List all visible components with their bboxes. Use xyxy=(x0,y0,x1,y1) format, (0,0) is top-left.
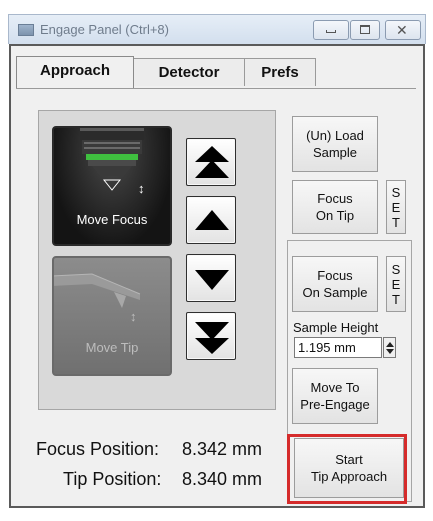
double-triangle-down-icon xyxy=(195,322,229,354)
tab-approach[interactable]: Approach xyxy=(16,56,134,88)
up-down-arrows-icon: ↕ xyxy=(138,181,145,196)
focus-on-sample-button[interactable]: Focus On Sample xyxy=(292,256,378,312)
double-triangle-up-icon xyxy=(195,146,229,178)
cantilever-tip-icon xyxy=(54,273,141,308)
spin-down-icon[interactable] xyxy=(386,349,394,354)
spin-up-icon[interactable] xyxy=(386,342,394,347)
move-tip-label: Move Tip xyxy=(85,340,139,355)
set-sample-button[interactable]: S E T xyxy=(386,256,406,312)
down-button[interactable] xyxy=(186,254,236,302)
up-button[interactable] xyxy=(186,196,236,244)
close-icon: ✕ xyxy=(396,22,408,38)
fast-down-button[interactable] xyxy=(186,312,236,360)
maximize-button[interactable] xyxy=(350,20,380,40)
move-to-preengage-button[interactable]: Move To Pre-Engage xyxy=(292,368,378,424)
sample-height-input[interactable]: 1.195 mm xyxy=(294,337,382,358)
focus-position-value: 8.342 mm xyxy=(182,439,263,459)
focus-position-label: Focus Position: xyxy=(36,439,160,459)
window-title: Engage Panel (Ctrl+8) xyxy=(40,22,169,37)
set-tip-button[interactable]: S E T xyxy=(386,180,406,234)
sample-height-label: Sample Height xyxy=(293,320,379,335)
minimize-icon xyxy=(326,30,336,33)
tip-position-value: 8.340 mm xyxy=(182,469,263,489)
fast-up-button[interactable] xyxy=(186,138,236,186)
tip-position-label: Tip Position: xyxy=(63,469,162,489)
minimize-button[interactable] xyxy=(313,20,349,40)
sample-height-spinner[interactable] xyxy=(383,337,396,358)
load-sample-button[interactable]: (Un) Load Sample xyxy=(292,116,378,172)
triangle-up-icon xyxy=(195,210,229,230)
tab-panel-divider xyxy=(16,88,416,89)
move-focus-card[interactable]: ↕ Move Focus xyxy=(52,126,172,246)
objective-lens-icon xyxy=(80,128,144,191)
move-tip-card[interactable]: ↕ Move Tip xyxy=(52,256,172,376)
triangle-down-icon xyxy=(195,270,229,290)
panel-icon xyxy=(18,24,34,36)
up-down-arrows-icon: ↕ xyxy=(130,309,137,324)
tab-prefs[interactable]: Prefs xyxy=(244,58,316,86)
engage-panel-window: Engage Panel (Ctrl+8) ✕ Approach Detecto… xyxy=(0,0,433,521)
maximize-icon xyxy=(360,25,370,34)
close-button[interactable]: ✕ xyxy=(385,20,421,40)
start-tip-approach-button[interactable]: Start Tip Approach xyxy=(294,438,404,498)
move-focus-label: Move Focus xyxy=(76,212,148,227)
focus-on-tip-button[interactable]: Focus On Tip xyxy=(292,180,378,234)
tab-detector[interactable]: Detector xyxy=(133,58,245,86)
